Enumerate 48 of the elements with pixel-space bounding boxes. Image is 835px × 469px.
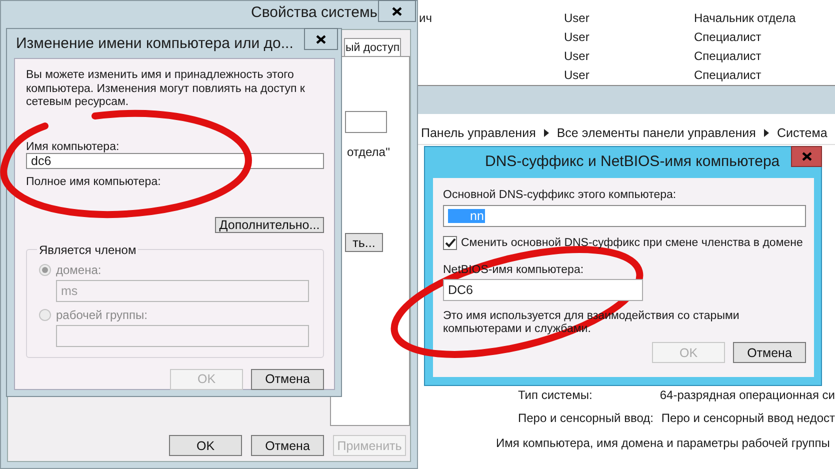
table-cell: Специалист [694,68,762,82]
checkbox-label: Сменить основной DNS-суффикс при смене членства в домене [461,237,803,249]
field-label: Имя компьютера: [26,140,120,152]
change-button[interactable]: ть... [345,233,383,252]
group-label: Является членом [38,242,138,256]
field-label: Основной DNS-суффикс этого компьютера: [443,189,676,201]
tab[interactable]: ый доступ [344,38,401,57]
table-cell: Начальник отдела [694,10,796,24]
checkbox[interactable] [443,236,457,250]
description-text: Вы можете изменить имя и принадлежность этого компьютера. Изменения могут повлиять на доступ к сетевым ресурсам. [26,69,306,110]
section-heading: Имя компьютера, имя домена и параметры рабочей группы [495,436,831,450]
dialog-button[interactable]: Отмена [733,342,806,363]
breadcrumb-item[interactable]: Система [776,126,828,140]
info-label: Перо и сенсорный ввод: [517,410,654,424]
dialog-button[interactable]: Отмена [251,435,324,456]
radio-label: домена: [56,262,102,276]
dialog-title: Изменение имени компьютера или до... [16,35,294,52]
close-button[interactable] [378,0,416,22]
close-icon [316,34,326,44]
table-cell-text: User [564,48,590,62]
table-cell: Специалист [694,30,762,44]
netbios-name-field[interactable]: DC6 [443,279,643,301]
table-cell: ич [419,10,432,24]
field-label: Полное имя компьютера: [26,176,161,188]
table-cell-text: User [564,10,590,24]
computer-name-field[interactable]: dc6 [26,152,324,168]
dialog-button[interactable]: OK [169,435,242,456]
info-label: Тип системы: [517,388,594,402]
dialog-title: DNS-суффикс и NetBIOS-имя компьютера [485,153,780,170]
input-field[interactable] [345,111,387,133]
dialog-button[interactable]: Отмена [251,368,324,390]
breadcrumb-item[interactable]: Все элементы панели управления [556,126,756,140]
chevron-icon [544,129,549,137]
input-field[interactable] [56,324,309,346]
info-value: 64-разрядная операционная си [660,388,835,402]
table-cell-text: User [564,68,590,82]
info-value: Перо и сенсорный ввод недост [661,410,835,424]
close-icon [392,6,402,16]
close-button[interactable] [304,28,338,50]
radio-label: рабочей группы: [56,308,148,322]
field-value: nn [448,209,485,223]
chevron-icon [764,129,769,137]
breadcrumb-item[interactable]: Панель управления [421,126,536,140]
table-cell: Специалист [694,48,762,62]
table-cell-text: User [564,30,590,44]
description-text: отдела'' [347,145,390,159]
close-icon [802,152,812,161]
more-button[interactable]: Дополнительно... [215,216,324,232]
